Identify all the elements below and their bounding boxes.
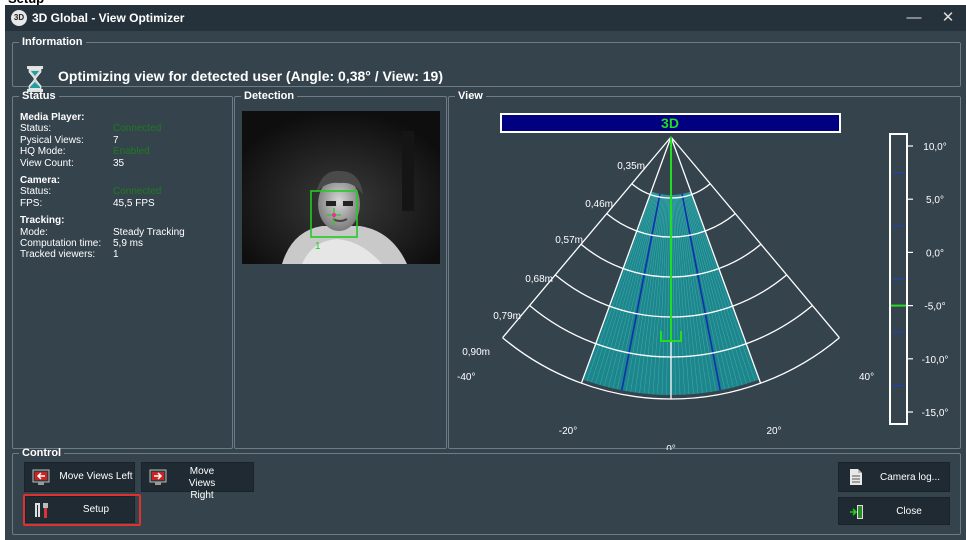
tracking-row: Computation time: 5,9 ms <box>20 238 220 249</box>
tracking-key: Computation time: <box>20 237 102 249</box>
monitor-left-icon <box>32 469 50 485</box>
camera-row: FPS: 45,5 FPS <box>20 198 220 209</box>
tracking-row: Tracked viewers: 1 <box>20 249 220 260</box>
scale-label: 5,0° <box>926 195 944 206</box>
scale-label: 0,0° <box>926 248 944 259</box>
view-legend: View <box>458 90 483 102</box>
move-views-right-label: Move Views Right <box>188 466 216 501</box>
tracking-heading: Tracking: <box>20 215 65 227</box>
information-group: Information Optimizing view for detected… <box>12 36 961 92</box>
close-button[interactable]: Close <box>838 497 950 525</box>
media-player-key: Status: <box>20 123 52 135</box>
media-player-heading: Media Player: <box>20 112 85 123</box>
distance-label: 0,57m <box>555 235 583 246</box>
detection-legend: Detection <box>244 90 295 102</box>
status-group: Status Media Player: Status: Connected Pys… <box>12 91 233 449</box>
camera-log-label: Camera log... <box>879 472 941 483</box>
distance-label: 0,68m <box>525 274 553 285</box>
media-player-value: 35 <box>113 157 125 169</box>
minimize-button[interactable]: — <box>897 5 931 31</box>
distance-label: 0,79m <box>493 311 521 322</box>
information-legend: Information <box>22 36 83 48</box>
setup-highlight-frame <box>23 494 141 526</box>
viewing-zone-diagram: 3D 0,35m 0,46m 0,57m 0,68m 0,79m 0,90m -40° -20°… <box>457 113 949 450</box>
media-player-value: Connected <box>113 123 162 135</box>
3d-banner-label: 3D <box>661 115 679 131</box>
view-group: View 3D 0,35m 0,46m 0,57m 0,68m 0,79m 0,90m -40… <box>448 90 961 450</box>
media-player-row: Status: Connected <box>20 123 220 134</box>
move-views-left-button[interactable]: Move Views Left <box>24 462 135 492</box>
monitor-right-icon <box>149 469 167 485</box>
media-player-row: Pysical Views: 7 <box>20 135 220 146</box>
scale-label: -5,0° <box>924 302 945 313</box>
media-player-rows: Status: Connected Pysical Views: 7 HQ Mode: E… <box>20 123 220 169</box>
tracking-rows: Mode: Steady Tracking Computation time: 5,9… <box>20 227 220 261</box>
camera-value: 45,5 FPS <box>113 197 155 209</box>
camera-rows: Status: Connected FPS: 45,5 FPS <box>20 186 220 209</box>
detection-group: Detection 1 <box>234 91 447 449</box>
face-tracking-overlay: 1 <box>310 190 358 252</box>
tracking-value: Steady Tracking <box>113 226 185 238</box>
information-message: Optimizing view for detected user (Angle… <box>58 68 443 84</box>
camera-value: Connected <box>113 186 162 198</box>
angle-label: -40° <box>457 372 475 383</box>
tracking-value: 5,9 ms <box>113 237 144 249</box>
move-views-right-button[interactable]: Move Views Right <box>141 462 254 501</box>
media-player-row: View Count: 35 <box>20 158 220 169</box>
media-player-key: Pysical Views: <box>20 134 84 146</box>
scale-label: -10,0° <box>922 355 949 366</box>
scale-label: 10,0° <box>923 142 946 153</box>
media-player-key: HQ Mode: <box>20 146 66 158</box>
distance-label: 0,46m <box>585 199 613 210</box>
status-legend: Status <box>22 90 56 102</box>
hourglass-icon <box>27 66 43 92</box>
media-player-value: 7 <box>113 134 119 146</box>
document-icon <box>850 469 862 485</box>
status-content: Media Player: Status: Connected Pysical Vi… <box>20 112 220 261</box>
media-player-key: View Count: <box>20 157 74 169</box>
view-optimizer-window: 3D 3D Global - View Optimizer — ✕ Inform… <box>5 5 966 540</box>
window-title: 3D Global - View Optimizer <box>32 11 185 25</box>
app-logo-icon: 3D <box>11 10 27 26</box>
title-bar: 3D 3D Global - View Optimizer — ✕ <box>5 5 966 31</box>
distance-label: 0,35m <box>617 161 645 172</box>
camera-key: Status: <box>20 186 52 198</box>
close-window-button[interactable]: ✕ <box>931 5 965 31</box>
face-center-marker <box>332 213 336 217</box>
angle-label: 40° <box>859 372 874 383</box>
face-id-label: 1 <box>315 241 321 252</box>
media-player-row: HQ Mode: Enabled <box>20 146 220 157</box>
exit-door-icon <box>850 505 863 519</box>
camera-log-button[interactable]: Camera log... <box>838 462 950 492</box>
tracking-key: Mode: <box>20 226 48 238</box>
angle-label: -20° <box>559 426 577 437</box>
angle-label: 20° <box>766 426 781 437</box>
control-legend: Control <box>22 447 62 459</box>
camera-row: Status: Connected <box>20 186 220 197</box>
tracking-value: 1 <box>113 249 119 261</box>
distance-label: 0,90m <box>462 347 490 358</box>
media-player-value: Enabled <box>113 146 150 158</box>
tracking-row: Mode: Steady Tracking <box>20 227 220 238</box>
move-views-left-label: Move Views Left <box>59 471 133 482</box>
camera-heading: Camera: <box>20 174 61 186</box>
tracking-key: Tracked viewers: <box>20 249 96 261</box>
camera-key: FPS: <box>20 197 43 209</box>
scale-label: -15,0° <box>922 408 949 419</box>
close-label: Close <box>896 506 922 517</box>
